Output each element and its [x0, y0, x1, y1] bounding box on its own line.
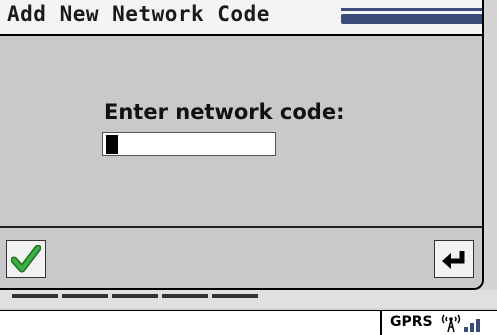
- network-code-input[interactable]: [102, 132, 276, 156]
- button-bar-divider: [0, 226, 482, 228]
- tab-indicator[interactable]: [12, 294, 58, 298]
- add-network-code-dialog: Add New Network Code Enter network code:: [0, 0, 484, 290]
- network-code-label: Enter network code:: [104, 100, 345, 124]
- status-divider: [380, 310, 382, 335]
- return-arrow-icon: [442, 251, 465, 269]
- back-button[interactable]: [434, 240, 474, 278]
- tab-indicator[interactable]: [112, 294, 158, 298]
- tab-strip: [0, 290, 497, 308]
- text-cursor: [106, 135, 118, 154]
- title-decoration-bar: [341, 14, 482, 24]
- checkmark-icon: [11, 245, 41, 273]
- connection-status: GPRS: [390, 314, 433, 330]
- dialog-body: [0, 36, 482, 226]
- tab-indicator[interactable]: [62, 294, 108, 298]
- dialog-titlebar: Add New Network Code: [0, 0, 482, 36]
- dialog-title: Add New Network Code: [7, 2, 270, 26]
- antenna-signal-icon: [441, 314, 480, 333]
- ok-button[interactable]: [6, 240, 46, 278]
- tab-indicator[interactable]: [212, 294, 258, 298]
- tab-indicator[interactable]: [162, 294, 208, 298]
- title-decoration-line: [341, 8, 482, 11]
